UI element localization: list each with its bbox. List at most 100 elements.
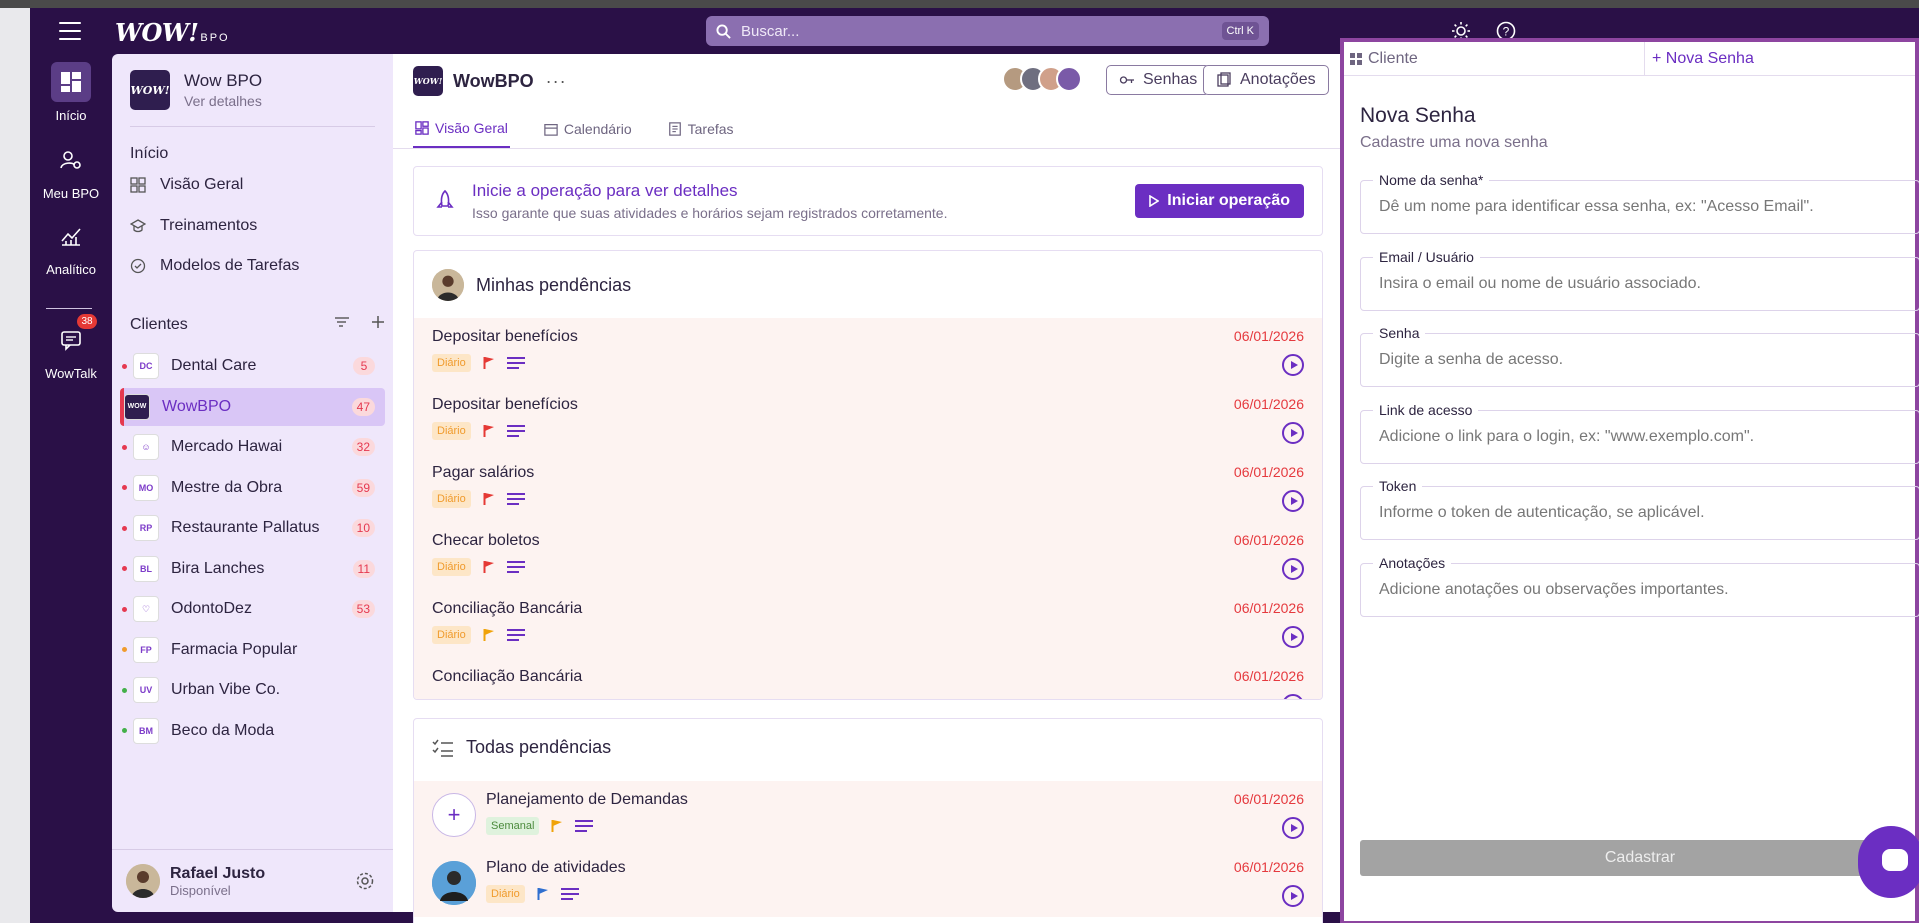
frequency-tag: Diário <box>432 422 471 440</box>
brand-logo[interactable]: WOW! BPO <box>115 18 230 47</box>
field-input[interactable] <box>1379 198 1899 216</box>
tab-tarefas[interactable]: Tarefas <box>666 110 736 148</box>
client-item[interactable]: RP Restaurante Pallatus 10 <box>120 509 385 547</box>
task-row[interactable]: Depositar benefícios 06/01/2026 Diário <box>414 386 1322 454</box>
grid-icon <box>1350 53 1362 65</box>
client-item[interactable]: BM Beco da Moda <box>120 712 385 750</box>
task-row[interactable]: Conciliação Bancária 06/01/2026 Diário <box>414 590 1322 658</box>
form-field: Nome da senha* <box>1360 172 1919 234</box>
more-options-icon[interactable]: ··· <box>546 71 567 92</box>
form-field: Anotações <box>1360 554 1919 617</box>
field-input[interactable] <box>1379 580 1899 599</box>
button-label: Iniciar operação <box>1167 192 1290 209</box>
task-date: 06/01/2026 <box>1233 464 1304 480</box>
sidebar-item-label: Visão Geral <box>160 176 244 193</box>
task-row[interactable]: Plano de atividades 06/01/2026 Diário <box>414 849 1322 917</box>
tab-calendario[interactable]: Calendário <box>542 110 634 148</box>
button-label: Senhas <box>1143 71 1198 88</box>
sort-icon[interactable] <box>334 314 350 330</box>
search-bar[interactable]: Buscar... Ctrl K <box>706 16 1269 46</box>
frequency-tag: Semanal <box>486 817 540 835</box>
task-date: 06/01/2026 <box>1233 668 1304 684</box>
task-name: Depositar benefícios <box>432 328 578 345</box>
client-item[interactable]: WOW WowBPO 47 <box>120 387 385 426</box>
field-input[interactable] <box>1379 351 1899 369</box>
client-item[interactable]: ♡ OdontoDez 53 <box>120 590 385 628</box>
cadastrar-button[interactable]: Cadastrar <box>1360 840 1919 876</box>
rail-item-inicio[interactable]: Início <box>30 62 112 123</box>
menu-icon[interactable] <box>59 22 81 40</box>
status-dot <box>122 647 127 652</box>
tab-bar: Visão Geral Calendário Tarefas <box>413 110 768 148</box>
client-name: WowBPO <box>162 397 232 415</box>
search-placeholder: Buscar... <box>741 22 800 40</box>
task-row[interactable]: Conciliação Bancária 06/01/2026 <box>414 658 1322 699</box>
task-row[interactable]: + Planejamento de Demandas 06/01/2026 Seman… <box>414 781 1322 849</box>
org-header[interactable]: WOW! Wow BPO Ver detalhes <box>130 70 262 110</box>
add-assignee-icon[interactable]: + <box>432 793 476 837</box>
tab-underline <box>393 148 1360 149</box>
settings-icon[interactable] <box>355 871 375 891</box>
operation-subtitle: Isso garante que suas atividades e horár… <box>472 205 948 221</box>
chat-launcher-icon[interactable] <box>1858 826 1919 898</box>
field-input[interactable] <box>1379 427 1899 446</box>
rail-item-wowtalk[interactable]: 38 WowTalk <box>30 314 112 381</box>
client-logo: ♡ <box>133 596 159 622</box>
tab-nova-senha[interactable]: + Nova Senha <box>1652 42 1754 76</box>
client-logo: RP <box>133 515 159 541</box>
client-item[interactable]: DC Dental Care 5 <box>120 347 385 385</box>
play-icon[interactable] <box>1282 885 1304 907</box>
status-dot <box>122 363 127 369</box>
play-icon[interactable] <box>1282 354 1304 376</box>
play-icon[interactable] <box>1282 626 1304 648</box>
anotacoes-button[interactable]: Anotações <box>1203 65 1329 95</box>
description-icon <box>506 629 525 641</box>
status-dot <box>122 687 127 693</box>
field-label: Senha <box>1373 325 1426 341</box>
task-row[interactable]: Depositar benefícios 06/01/2026 Diário <box>414 318 1322 386</box>
task-date: 06/01/2026 <box>1233 859 1304 875</box>
field-input[interactable] <box>1379 274 1899 293</box>
client-item[interactable]: ☺ Mercado Hawai 32 <box>120 428 385 466</box>
client-item[interactable]: UV Urban Vibe Co. <box>120 671 385 709</box>
senhas-button[interactable]: Senhas <box>1106 65 1211 95</box>
task-row[interactable]: Checar boletos 06/01/2026 Diário <box>414 522 1322 590</box>
tab-cliente[interactable]: Cliente <box>1344 42 1645 76</box>
task-name: Planejamento de Demandas <box>486 791 688 808</box>
user-name: Rafael Justo <box>170 864 266 882</box>
play-icon <box>1149 195 1160 207</box>
team-avatars[interactable] <box>1002 66 1082 92</box>
play-icon[interactable] <box>1282 694 1304 699</box>
grid-icon <box>130 177 146 193</box>
sidebar-item-label: Treinamentos <box>160 217 258 234</box>
org-logo: WOW! <box>130 70 170 110</box>
sidebar-item-modelos-tarefas[interactable]: Modelos de Tarefas <box>130 257 299 275</box>
field-input[interactable] <box>1379 504 1899 522</box>
pending-count-badge: 11 <box>352 559 375 578</box>
play-icon[interactable] <box>1282 490 1304 512</box>
org-details-link[interactable]: Ver detalhes <box>184 93 262 109</box>
client-item[interactable]: FP Farmacia Popular <box>120 631 385 669</box>
task-row[interactable]: Pagar salários 06/01/2026 Diário <box>414 454 1322 522</box>
task-date: 06/01/2026 <box>1233 532 1304 548</box>
client-item[interactable]: MO Mestre da Obra 59 <box>120 469 385 507</box>
play-icon[interactable] <box>1282 558 1304 580</box>
rail-item-analitico[interactable]: Analítico <box>30 216 112 277</box>
description-icon <box>560 888 579 900</box>
user-profile[interactable]: Rafael Justo Disponível <box>112 849 393 912</box>
sidebar-item-treinamentos[interactable]: Treinamentos <box>130 217 257 235</box>
client-item[interactable]: BL Bira Lanches 11 <box>120 550 385 588</box>
flag-icon <box>537 888 548 900</box>
rail-item-meu-bpo[interactable]: Meu BPO <box>30 140 112 201</box>
description-icon <box>506 561 525 573</box>
pending-count-badge: 47 <box>351 397 375 416</box>
client-name: Farmacia Popular <box>171 640 298 658</box>
start-operation-button[interactable]: Iniciar operação <box>1135 184 1304 218</box>
play-icon[interactable] <box>1282 422 1304 444</box>
app-window: WOW! BPO Buscar... Ctrl K ? Início Meu BP… <box>30 8 1919 923</box>
add-icon[interactable] <box>370 314 386 330</box>
tab-visao-geral[interactable]: Visão Geral <box>413 110 510 148</box>
sidebar-item-visao-geral[interactable]: Visão Geral <box>130 176 243 194</box>
button-label: Anotações <box>1240 71 1316 88</box>
play-icon[interactable] <box>1282 817 1304 839</box>
